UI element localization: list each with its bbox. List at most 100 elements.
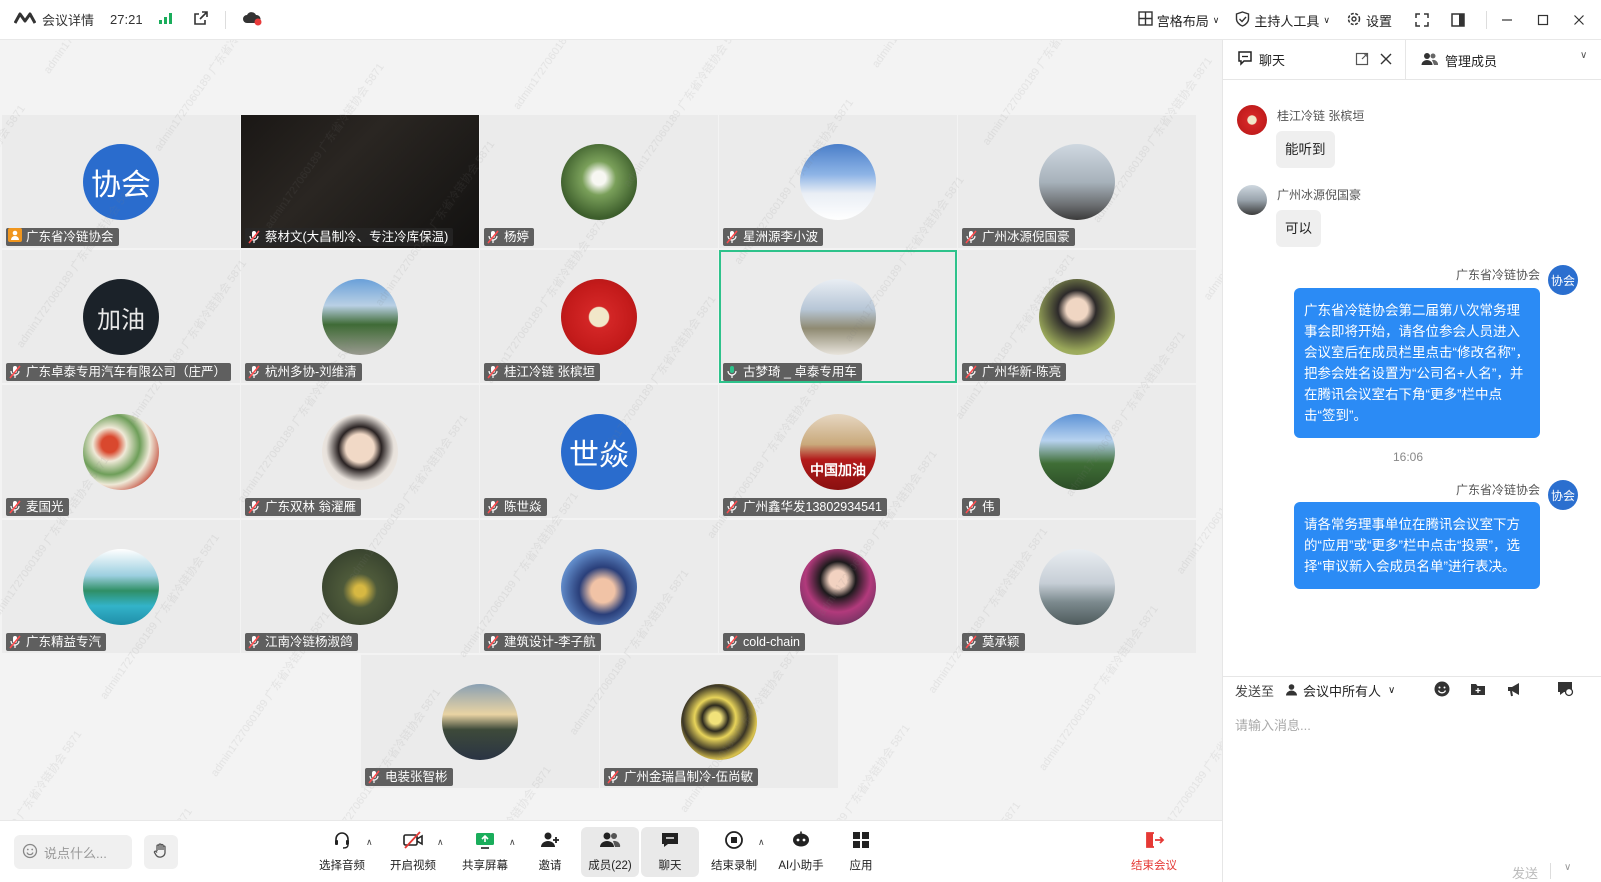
participant-tile[interactable]: 江南冷链杨淑鸽 <box>241 520 479 653</box>
participant-tile[interactable]: 广东精益专汽 <box>2 520 240 653</box>
participant-tile[interactable]: 杭州多协-刘维清 <box>241 250 479 383</box>
shield-icon <box>1235 10 1250 30</box>
participant-name-tag: 广州华新-陈亮 <box>962 363 1067 381</box>
cloud-record-icon[interactable] <box>242 10 262 29</box>
ai-robot-icon <box>790 830 812 857</box>
participant-tile[interactable]: 莫承颖 <box>958 520 1196 653</box>
chat-settings-icon[interactable] <box>1556 680 1574 701</box>
participant-tile[interactable]: 麦国光 <box>2 385 240 518</box>
emoji-icon[interactable] <box>1433 680 1451 701</box>
minimize-icon[interactable] <box>1493 6 1521 34</box>
ai-assistant-button[interactable]: AI小助手 <box>772 827 830 877</box>
settings-button[interactable]: 设置 <box>1346 11 1392 30</box>
participant-tile[interactable]: 广州华新-陈亮 <box>958 250 1196 383</box>
share-link-icon[interactable] <box>193 10 209 29</box>
record-options-caret-icon[interactable]: ∧ <box>758 837 765 848</box>
send-button[interactable]: 发送 <box>1512 863 1538 882</box>
end-recording-button[interactable]: 结束录制 <box>705 827 763 877</box>
divider <box>1486 11 1487 29</box>
participant-name-tag: 江南冷链杨淑鸽 <box>245 633 358 651</box>
announcement-icon[interactable] <box>1506 680 1524 701</box>
mic-muted-icon <box>725 500 739 514</box>
participant-name: 广州金瑞昌制冷-伍尚敏 <box>624 770 754 784</box>
avatar <box>322 279 398 355</box>
participant-tile[interactable]: 蔡材文(大昌制冷、专注冷库保温) <box>241 115 479 248</box>
apps-button[interactable]: 应用 <box>832 827 890 877</box>
mic-muted-icon <box>606 770 620 784</box>
top-bar: 会议详情 27:21 宫格布局 ∨ 主持人工具 ∨ 设置 <box>0 0 1601 40</box>
audio-button[interactable]: 选择音频 <box>313 827 371 877</box>
participant-name-tag: 蔡材文(大昌制冷、专注冷库保温) <box>245 228 454 246</box>
self-avatar: 协会 <box>1548 265 1578 295</box>
layout-button[interactable]: 宫格布局 ∨ <box>1138 11 1219 30</box>
participant-tile[interactable]: 建筑设计-李子航 <box>480 520 718 653</box>
send-to-label: 发送至 <box>1235 684 1275 699</box>
raise-hand-button[interactable] <box>144 835 178 869</box>
participant-name: 广州华新-陈亮 <box>982 365 1062 379</box>
sidebar-toggle-icon[interactable] <box>1444 6 1472 34</box>
record-stop-icon <box>724 830 744 857</box>
participant-tile[interactable]: 广州冰源倪国豪 <box>958 115 1196 248</box>
mic-muted-icon <box>367 770 381 784</box>
chevron-down-icon[interactable]: ∨ <box>1580 50 1587 61</box>
participant-tile[interactable]: 广东双林 翁濯雁 <box>241 385 479 518</box>
participant-name: 江南冷链杨淑鸽 <box>265 635 353 649</box>
members-label: 成员(22) <box>588 860 632 872</box>
invite-button[interactable]: 邀请 <box>521 827 579 877</box>
participant-tile[interactable]: 桂江冷链 张槟垣 <box>480 250 718 383</box>
participant-name: 桂江冷链 张槟垣 <box>504 365 595 379</box>
avatar <box>800 144 876 220</box>
close-chat-icon[interactable] <box>1379 52 1393 69</box>
close-icon[interactable] <box>1565 6 1593 34</box>
message-sender: 广东省冷链协会 <box>1455 483 1540 497</box>
participant-tile[interactable]: 星洲源李小波 <box>719 115 957 248</box>
avatar <box>1039 549 1115 625</box>
raise-hand-icon <box>152 842 170 863</box>
end-meeting-button[interactable]: 结束会议 <box>1125 827 1183 877</box>
tab-manage-members[interactable]: 管理成员 <box>1407 51 1497 70</box>
share-options-caret-icon[interactable]: ∧ <box>509 837 516 848</box>
tab-chat[interactable]: 聊天 <box>1223 50 1403 69</box>
sidebar-tabs: 聊天 管理成员 ∨ <box>1223 40 1601 80</box>
participant-name: 杭州多协-刘维清 <box>265 365 357 379</box>
avatar <box>322 549 398 625</box>
participant-tile[interactable]: 协会 广东省冷链协会 <box>2 115 240 248</box>
grid-icon <box>1138 11 1153 29</box>
participant-tile[interactable]: 中国加油 广州鑫华发13802934541 <box>719 385 957 518</box>
send-options-chevron-icon[interactable]: ∨ <box>1564 862 1571 873</box>
participant-tile[interactable]: cold-chain <box>719 520 957 653</box>
participant-tile[interactable]: 电装张智彬 <box>361 655 599 788</box>
maximize-icon[interactable] <box>1529 6 1557 34</box>
send-to-select[interactable]: 会议中所有人 ∨ <box>1285 681 1395 700</box>
meeting-details-link[interactable]: 会议详情 <box>42 10 94 29</box>
participant-tile-active-speaker[interactable]: 古梦琦 _ 卓泰专用车 <box>719 250 957 383</box>
message-input[interactable]: 请输入消息... <box>1235 715 1311 734</box>
folder-icon[interactable] <box>1469 680 1487 701</box>
host-tools-button[interactable]: 主持人工具 ∨ <box>1235 10 1330 30</box>
tab-divider <box>1405 40 1406 80</box>
video-options-caret-icon[interactable]: ∧ <box>437 837 444 848</box>
participant-tile[interactable]: 广州金瑞昌制冷-伍尚敏 <box>600 655 838 788</box>
audio-options-caret-icon[interactable]: ∧ <box>366 837 373 848</box>
participant-tile[interactable]: 伟 <box>958 385 1196 518</box>
quick-say-placeholder: 说点什么... <box>44 845 107 861</box>
mic-muted-icon <box>486 230 500 244</box>
chat-button[interactable]: 聊天 <box>641 827 699 877</box>
popout-icon[interactable] <box>1355 52 1369 69</box>
avatar: 世焱 <box>561 414 637 490</box>
share-screen-button[interactable]: 共享屏幕 <box>456 827 514 877</box>
fullscreen-icon[interactable] <box>1408 6 1436 34</box>
participant-name: 广东省冷链协会 <box>26 230 114 244</box>
avatar: 中国加油 <box>800 414 876 490</box>
participant-tile[interactable]: 杨婷 <box>480 115 718 248</box>
members-button[interactable]: 成员(22) <box>581 827 639 877</box>
chat-compose: 发送至 会议中所有人 ∨ 请输入消息... 发送 ∨ <box>1223 676 1601 882</box>
participant-tile[interactable]: 世焱 陈世焱 <box>480 385 718 518</box>
quick-say-input[interactable]: 说点什么... <box>14 835 132 869</box>
participant-tile[interactable]: 加油 广东卓泰专用汽车有限公司（庄严） <box>2 250 240 383</box>
video-button[interactable]: 开启视频 <box>384 827 442 877</box>
apps-grid-icon <box>851 830 871 857</box>
avatar <box>561 144 637 220</box>
signal-icon <box>158 12 173 27</box>
emoji-icon <box>22 843 38 862</box>
